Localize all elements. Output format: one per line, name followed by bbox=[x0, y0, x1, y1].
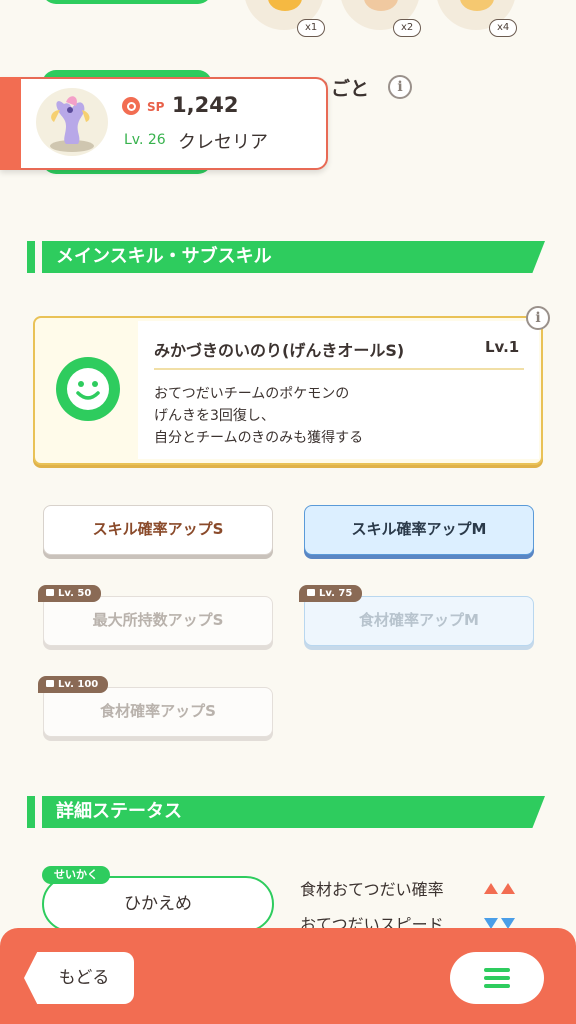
cresselia-icon bbox=[36, 88, 108, 156]
egg-icon bbox=[364, 0, 398, 11]
menu-button[interactable] bbox=[450, 952, 544, 1004]
sp-icon bbox=[122, 97, 140, 115]
top-green-pill bbox=[42, 0, 212, 4]
honey-icon bbox=[460, 0, 494, 11]
ingredient-count-1: x1 bbox=[297, 19, 326, 37]
section-marker bbox=[27, 241, 35, 273]
cresselia-art bbox=[50, 96, 94, 152]
skill-info-icon[interactable]: i bbox=[526, 306, 550, 330]
sub-skill-2[interactable]: スキル確率アップM bbox=[304, 505, 534, 555]
lock-level: Lv. 100 bbox=[58, 679, 99, 690]
smile-face bbox=[67, 368, 109, 410]
sub-skill-1[interactable]: スキル確率アップS bbox=[43, 505, 273, 555]
nature-field[interactable]: ひかえめ bbox=[42, 876, 274, 932]
lock-icon bbox=[46, 589, 54, 596]
lock-badge-lv100: Lv. 100 bbox=[38, 676, 109, 693]
main-skill-name: みかづきのいのり(げんきオールS) bbox=[154, 341, 405, 360]
section-marker bbox=[27, 796, 35, 828]
skill-divider bbox=[154, 368, 524, 370]
honey-icon bbox=[268, 0, 302, 11]
pokemon-name: クレセリア bbox=[178, 132, 268, 153]
main-skill-level: Lv.1 bbox=[485, 338, 520, 356]
lock-icon bbox=[46, 680, 54, 687]
ingredient-count-3: x4 bbox=[489, 19, 518, 37]
section-header-skills: メインスキル・サブスキル bbox=[42, 241, 545, 273]
section-header-status: 詳細ステータス bbox=[42, 796, 545, 828]
pokemon-card-accent bbox=[0, 77, 21, 170]
back-button[interactable]: もどる bbox=[24, 952, 134, 1004]
nature-tag: せいかく bbox=[42, 866, 110, 884]
ingredient-count-2: x2 bbox=[393, 19, 422, 37]
lock-badge-lv50: Lv. 50 bbox=[38, 585, 102, 602]
info-icon[interactable]: i bbox=[388, 75, 412, 99]
skill-desc-line-3: 自分とチームのきのみも獲得する bbox=[154, 430, 364, 446]
sub-skill-3[interactable]: 最大所持数アップS bbox=[43, 596, 273, 646]
stat-up-icon bbox=[484, 879, 518, 898]
sp-value: 1,242 bbox=[172, 93, 239, 117]
skill-desc-line-1: おてつだいチームのポケモンの bbox=[154, 386, 350, 402]
pokemon-level: Lv. 26 bbox=[124, 132, 166, 148]
lock-level: Lv. 75 bbox=[319, 588, 353, 599]
lock-badge-lv75: Lv. 75 bbox=[299, 585, 363, 602]
skill-desc-line-2: げんきを3回復し、 bbox=[154, 408, 275, 424]
stat-label-1: 食材おてつだい確率 bbox=[300, 880, 444, 899]
sp-label: SP bbox=[147, 100, 165, 114]
lock-icon bbox=[307, 589, 315, 596]
sub-skill-4[interactable]: 食材確率アップM bbox=[304, 596, 534, 646]
sub-skill-5[interactable]: 食材確率アップS bbox=[43, 687, 273, 737]
smile-icon bbox=[56, 357, 120, 421]
lock-level: Lv. 50 bbox=[58, 588, 92, 599]
